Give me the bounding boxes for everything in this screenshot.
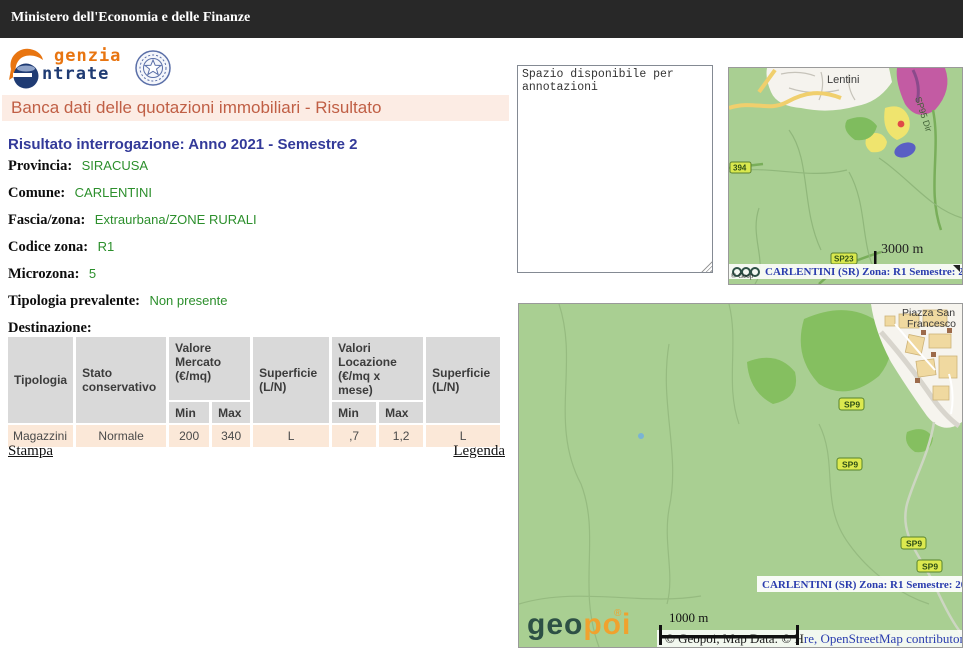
svg-text:SP9: SP9 <box>842 460 858 470</box>
query-result-title: Risultato interrogazione: Anno 2021 - Se… <box>8 136 358 153</box>
col-header-valori-locazione: Valori Locazione (€/mq x mese) <box>332 337 423 400</box>
field-label: Provincia: <box>8 158 72 174</box>
zone-label: CARLENTINI (SR) Zona: R1 Semestre: 20212 <box>762 579 962 591</box>
col-header-vm-min: Min <box>169 402 209 423</box>
col-header-superficie-2: Superficie (L/N) <box>426 337 500 423</box>
field-value: Extraurbana/ZONE RURALI <box>95 212 257 227</box>
field-tipologia-prevalente: Tipologia prevalente: Non presente <box>8 292 508 310</box>
col-header-valore-mercato: Valore Mercato (€/mq) <box>169 337 250 400</box>
footer-links: Stampa Legenda <box>8 443 505 460</box>
field-label: Destinazione: <box>8 320 92 336</box>
ministry-title: Ministero dell'Economia e delle Finanze <box>11 10 250 25</box>
scale-text: 1000 m <box>669 610 708 625</box>
field-label: Tipologia prevalente: <box>8 293 140 309</box>
small-map-attribution: © Geop <box>731 272 754 280</box>
svg-text:SP23: SP23 <box>834 255 854 264</box>
field-label: Codice zona: <box>8 239 88 255</box>
logo-word-ntrate: ntrate <box>42 65 121 83</box>
page-title: Banca dati delle quotazioni immobiliari … <box>11 98 381 117</box>
svg-text:®: ® <box>614 608 622 619</box>
road-badge-sp9: SP9 <box>917 560 942 572</box>
quotations-table: Tipologia Stato conservativo Valore Merc… <box>5 335 503 449</box>
detail-map[interactable]: Piazza San Francesco SP9 SP9 SP9 SP9 CAR… <box>518 303 963 648</box>
geopoi-logo: geopoi ® <box>527 608 631 641</box>
road-badge-sp9: SP9 <box>901 537 926 549</box>
italy-emblem-icon <box>134 48 172 88</box>
stampa-link[interactable]: Stampa <box>8 443 53 460</box>
place-label-line2: Francesco <box>907 318 956 330</box>
page-title-banner: Banca dati delle quotazioni immobiliari … <box>2 95 509 121</box>
field-microzona: Microzona: 5 <box>8 265 508 283</box>
road-badge-sp9: SP9 <box>837 458 862 470</box>
field-provincia: Provincia: SIRACUSA <box>8 157 508 175</box>
logo-word-genzia: genzia <box>42 47 121 65</box>
col-header-tipologia: Tipologia <box>8 337 73 423</box>
zone-label: CARLENTINI (SR) Zona: R1 Semestre: 20212 <box>765 266 962 278</box>
field-comune: Comune: CARLENTINI <box>8 184 508 202</box>
road-badge-sp9: SP9 <box>839 398 864 410</box>
overview-map[interactable]: Lentini 394 SP23 SP95 Dir 3000 m © Geop … <box>728 67 963 285</box>
zone-red-dot <box>898 121 905 128</box>
field-fascia-zona: Fascia/zona: Extraurbana/ZONE RURALI <box>8 211 508 229</box>
town-label: Lentini <box>827 74 859 86</box>
water-dot <box>638 433 644 439</box>
col-header-superficie-1: Superficie (L/N) <box>253 337 329 423</box>
page: Ministero dell'Economia e delle Finanze … <box>0 0 963 650</box>
field-value: Non presente <box>149 293 227 308</box>
scale-text: 3000 m <box>881 242 924 257</box>
svg-text:SP9: SP9 <box>906 539 922 549</box>
field-value: 5 <box>89 266 96 281</box>
field-label: Comune: <box>8 185 65 201</box>
legenda-link[interactable]: Legenda <box>453 443 505 460</box>
agenzia-entrate-wordmark: genzia ntrate <box>42 47 121 83</box>
road-badge-sp23: SP23 <box>831 253 857 264</box>
osm-link: re, OpenStreetMap contributors <box>804 631 962 646</box>
field-value: R1 <box>98 239 115 254</box>
col-header-vl-max: Max <box>379 402 423 423</box>
annotations-textarea[interactable]: Spazio disponibile per annotazioni <box>517 65 713 273</box>
scale-tick <box>874 251 877 264</box>
col-header-vm-max: Max <box>212 402 250 423</box>
col-header-stato: Stato conservativo <box>76 337 166 423</box>
agenzia-entrate-logo: genzia ntrate <box>8 46 178 90</box>
field-value: CARLENTINI <box>75 185 152 200</box>
ministry-topbar: Ministero dell'Economia e delle Finanze <box>0 0 963 38</box>
svg-text:SP9: SP9 <box>922 562 938 572</box>
field-label: Fascia/zona: <box>8 212 85 228</box>
col-header-vl-min: Min <box>332 402 376 423</box>
field-codice-zona: Codice zona: R1 <box>8 238 508 256</box>
agenzia-entrate-mark-icon <box>8 46 44 90</box>
svg-text:SP9: SP9 <box>844 400 860 410</box>
field-label: Microzona: <box>8 266 79 282</box>
road-badge-394: 394 <box>730 162 751 173</box>
svg-text:394: 394 <box>733 164 747 173</box>
result-fields: Provincia: SIRACUSA Comune: CARLENTINI F… <box>8 157 508 346</box>
field-value: SIRACUSA <box>82 158 148 173</box>
